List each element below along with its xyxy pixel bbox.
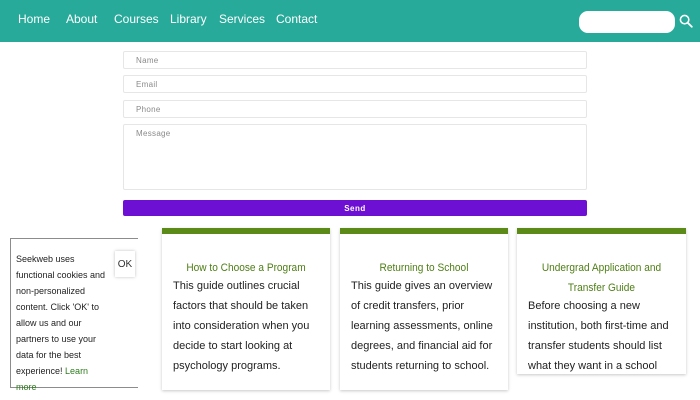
- send-button[interactable]: Send: [123, 200, 587, 216]
- card-body: This guide gives an overview of credit t…: [351, 280, 493, 372]
- top-nav-bar: Home About Courses Library Services Cont…: [0, 0, 700, 42]
- card-body: This guide outlines crucial factors that…: [173, 280, 310, 372]
- card-title[interactable]: Returning to School: [354, 258, 494, 278]
- phone-field[interactable]: [123, 100, 587, 118]
- search-input[interactable]: [579, 11, 675, 33]
- card-title[interactable]: Undergrad Application and Transfer Guide: [531, 258, 672, 298]
- card-how-to-choose[interactable]: How to Choose a Program This guide outli…: [162, 228, 330, 390]
- card-title[interactable]: How to Choose a Program: [176, 258, 316, 278]
- nav-contact[interactable]: Contact: [276, 12, 317, 26]
- search-icon[interactable]: [679, 14, 693, 28]
- nav-courses[interactable]: Courses: [114, 12, 159, 26]
- cookie-message: Seekweb uses functional cookies and non-…: [16, 254, 106, 376]
- cookie-ok-button[interactable]: OK: [115, 251, 135, 277]
- email-field[interactable]: [123, 75, 587, 93]
- nav-about[interactable]: About: [66, 12, 97, 26]
- card-returning-to-school[interactable]: Returning to School This guide gives an …: [340, 228, 508, 390]
- nav-services[interactable]: Services: [219, 12, 265, 26]
- name-field[interactable]: [123, 51, 587, 69]
- card-body: Before choosing a new institution, both …: [528, 300, 669, 372]
- cookie-message-block: Seekweb uses functional cookies and non-…: [16, 251, 106, 395]
- nav-home[interactable]: Home: [18, 12, 50, 26]
- message-field[interactable]: [123, 124, 587, 190]
- nav-library[interactable]: Library: [170, 12, 207, 26]
- cookie-notice: Seekweb uses functional cookies and non-…: [10, 238, 138, 392]
- card-undergrad-transfer[interactable]: Undergrad Application and Transfer Guide…: [517, 228, 686, 374]
